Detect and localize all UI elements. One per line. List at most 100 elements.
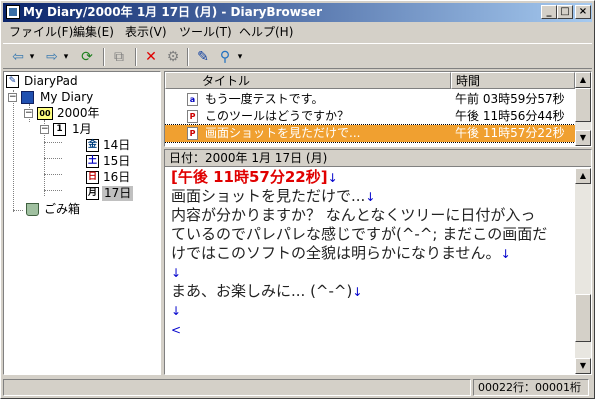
back-dropdown-icon[interactable]: ▾: [27, 48, 37, 66]
tree-node-day-16[interactable]: 日 16日: [86, 170, 146, 185]
date-label: 日付：2000年 1月 17日 (月): [165, 150, 591, 167]
entry-list[interactable]: タイトル 時間 a もう一度テストです。 午前 03時59分57秒 P このツー…: [164, 71, 592, 147]
close-button[interactable]: ×: [575, 5, 591, 19]
text-line: けではこのソフトの全貌は明らかになりません。: [171, 244, 501, 262]
forward-arrow-icon[interactable]: ⇨: [43, 48, 61, 66]
entry-title: もう一度テストです。: [205, 92, 324, 106]
copy-icon[interactable]: ⧉: [111, 48, 127, 66]
forward-dropdown-icon[interactable]: ▾: [61, 48, 71, 66]
title-bar[interactable]: My Diary/2000年 1月 17日 (月) - DiaryBrowser…: [3, 3, 592, 22]
toolbar-separator: [135, 48, 137, 66]
day-calendar-icon: 日: [86, 171, 99, 184]
minimize-button[interactable]: _: [541, 5, 557, 19]
scroll-thumb[interactable]: [575, 88, 591, 122]
editor-text[interactable]: [午後 11時57分22秒]↓ 画面ショットを見ただけで...↓ 内容が分かりま…: [171, 168, 571, 339]
menu-help[interactable]: ヘルプ(H): [239, 24, 293, 40]
column-header-time[interactable]: 時間: [451, 72, 575, 89]
return-mark: ↓: [327, 171, 338, 185]
entry-time: 午後 11時56分44秒: [455, 109, 565, 123]
cursor-position: 00022行：00001桁: [473, 379, 589, 396]
tree-label: 16日: [103, 170, 131, 184]
text-line: 内容が分かりますか？ なんとなくツリーに日付が入っ: [171, 206, 536, 224]
app-window: My Diary/2000年 1月 17日 (月) - DiaryBrowser…: [0, 0, 595, 399]
menu-tools[interactable]: ツール(T): [179, 24, 232, 40]
text-line: 画面ショットを見ただけで...: [171, 187, 366, 205]
tree-node-year[interactable]: − 00 2000年: [24, 106, 124, 121]
maximize-button[interactable]: □: [557, 5, 573, 19]
trash-icon: [26, 203, 39, 216]
search-dropdown-icon[interactable]: ▾: [235, 48, 245, 66]
toolbar-separator: [187, 48, 189, 66]
tree-label: 2000年: [57, 106, 100, 120]
return-mark: ↓: [365, 190, 376, 204]
list-item[interactable]: P このツールはどうですか？ 午後 11時56分44秒: [165, 108, 575, 125]
tree-node-trash[interactable]: ごみ箱: [26, 202, 106, 217]
day-calendar-icon: 金: [86, 139, 99, 152]
text-line: まあ、お楽しみに... (^-^): [171, 282, 353, 300]
toolbar: ⇦ ▾ ⇨ ▾ ⟳ ⧉ ✕ ⚙ ✎ ⚲ ▾: [3, 43, 592, 69]
status-message: [3, 379, 471, 396]
entry-time: 午後 11時57分22秒: [455, 126, 565, 140]
search-icon[interactable]: ⚲: [217, 48, 233, 66]
return-mark: ↓: [171, 304, 182, 318]
entry-doc-icon: a: [187, 93, 198, 106]
scroll-down-button[interactable]: ▼: [575, 358, 591, 374]
year-calendar-icon: 00: [37, 107, 53, 120]
back-arrow-icon[interactable]: ⇦: [9, 48, 27, 66]
scroll-thumb[interactable]: [575, 294, 591, 342]
menu-bar: ファイル(F) 編集(E) 表示(V) ツール(T) ヘルプ(H): [3, 23, 592, 41]
return-mark: ↓: [500, 247, 511, 261]
text-line: ているのでパレパレな感じですが(^-^; まだこの画面だ: [171, 225, 548, 243]
eof-mark: <: [171, 323, 182, 337]
tree-label: 15日: [103, 154, 131, 168]
delete-icon[interactable]: ✕: [143, 48, 159, 66]
tree-label: DiaryPad: [24, 74, 78, 88]
menu-file[interactable]: ファイル(F): [9, 24, 73, 40]
return-mark: ↓: [171, 266, 182, 280]
scroll-down-button[interactable]: ▼: [575, 130, 591, 146]
list-item[interactable]: a もう一度テストです。 午前 03時59分57秒: [165, 91, 575, 108]
list-item-selected[interactable]: P 画面ショットを見ただけで... 午後 11時57分22秒: [165, 124, 576, 143]
day-calendar-icon: 土: [86, 155, 99, 168]
diary-tree[interactable]: ✎ DiaryPad − My Diary − 00 2000年 − 1 1月 …: [3, 71, 161, 375]
edit-pen-icon[interactable]: ✎: [195, 48, 211, 66]
diary-editor[interactable]: 日付：2000年 1月 17日 (月) [午後 11時57分22秒]↓ 画面ショ…: [164, 149, 592, 375]
editor-scrollbar[interactable]: ▲ ▼: [575, 168, 591, 374]
app-icon[interactable]: [6, 5, 20, 19]
collapse-box-icon[interactable]: −: [24, 109, 33, 118]
entry-time: 午前 03時59分57秒: [455, 92, 565, 106]
menu-view[interactable]: 表示(V): [125, 24, 167, 40]
entry-doc-icon: P: [187, 110, 198, 123]
entry-title: 画面ショットを見ただけで...: [205, 126, 361, 140]
tree-label: 1月: [72, 122, 92, 136]
window-title: My Diary/2000年 1月 17日 (月) - DiaryBrowser: [23, 5, 323, 19]
entry-timestamp: [午後 11時57分22秒]: [171, 168, 328, 186]
collapse-box-icon[interactable]: −: [40, 125, 49, 134]
notebook-icon: ✎: [6, 75, 19, 88]
status-bar: 00022行：00001桁: [3, 377, 592, 397]
month-calendar-icon: 1: [53, 123, 66, 136]
refresh-icon[interactable]: ⟳: [79, 48, 95, 66]
scroll-up-button[interactable]: ▲: [575, 72, 591, 88]
scroll-up-button[interactable]: ▲: [575, 168, 591, 184]
toolbar-separator: [103, 48, 105, 66]
tree-node-day-17[interactable]: 月 17日: [86, 186, 146, 201]
column-header-title[interactable]: タイトル: [165, 72, 451, 89]
properties-icon[interactable]: ⚙: [165, 48, 181, 66]
tree-label: ごみ箱: [44, 202, 81, 216]
menu-edit[interactable]: 編集(E): [73, 24, 114, 40]
entry-doc-icon: P: [187, 127, 198, 140]
tree-node-day-15[interactable]: 土 15日: [86, 154, 146, 169]
tree-node-month[interactable]: − 1 1月: [40, 122, 140, 137]
tree-node-my-diary[interactable]: − My Diary: [8, 90, 128, 105]
entry-title: このツールはどうですか？: [205, 109, 350, 123]
tree-label: 14日: [103, 138, 131, 152]
tree-node-day-14[interactable]: 金 14日: [86, 138, 146, 153]
tree-label: My Diary: [40, 90, 94, 104]
collapse-box-icon[interactable]: −: [8, 93, 17, 102]
return-mark: ↓: [352, 285, 363, 299]
day-calendar-icon: 月: [86, 187, 99, 200]
book-icon: [21, 91, 34, 104]
list-scrollbar[interactable]: ▲ ▼: [575, 72, 591, 146]
tree-label-selected: 17日: [102, 186, 134, 201]
